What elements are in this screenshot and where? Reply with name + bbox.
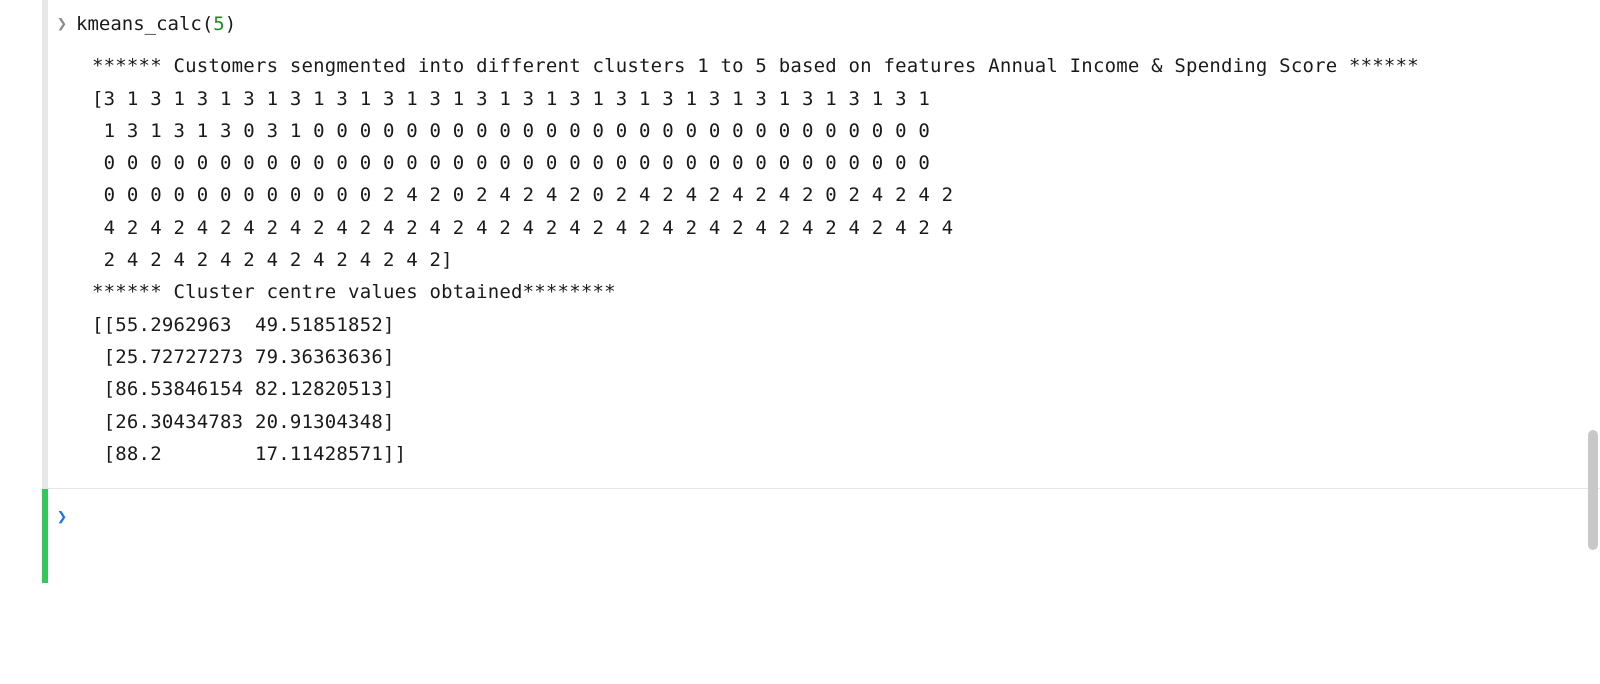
code-arg: 5	[213, 13, 224, 35]
cell-output: ****** Customers sengmented into differe…	[48, 46, 1600, 488]
executed-cell: ❯ kmeans_calc(5) ****** Customers sengme…	[42, 0, 1600, 488]
code-func: kmeans_calc	[76, 13, 202, 35]
new-prompt-icon: ❯	[48, 501, 76, 532]
code-input-area[interactable]: ❯ kmeans_calc(5)	[48, 0, 1600, 46]
scrollbar-thumb[interactable]	[1588, 430, 1598, 550]
code-open-paren: (	[202, 13, 213, 35]
executed-prompt-icon: ❯	[48, 8, 76, 39]
notebook-container: ❯ kmeans_calc(5) ****** Customers sengme…	[0, 0, 1600, 684]
new-code-input[interactable]	[76, 501, 1600, 533]
code-close-paren: )	[225, 13, 236, 35]
left-gutter	[0, 0, 42, 684]
new-cell[interactable]: ❯	[42, 489, 1600, 583]
code-line: kmeans_calc(5)	[76, 8, 236, 40]
